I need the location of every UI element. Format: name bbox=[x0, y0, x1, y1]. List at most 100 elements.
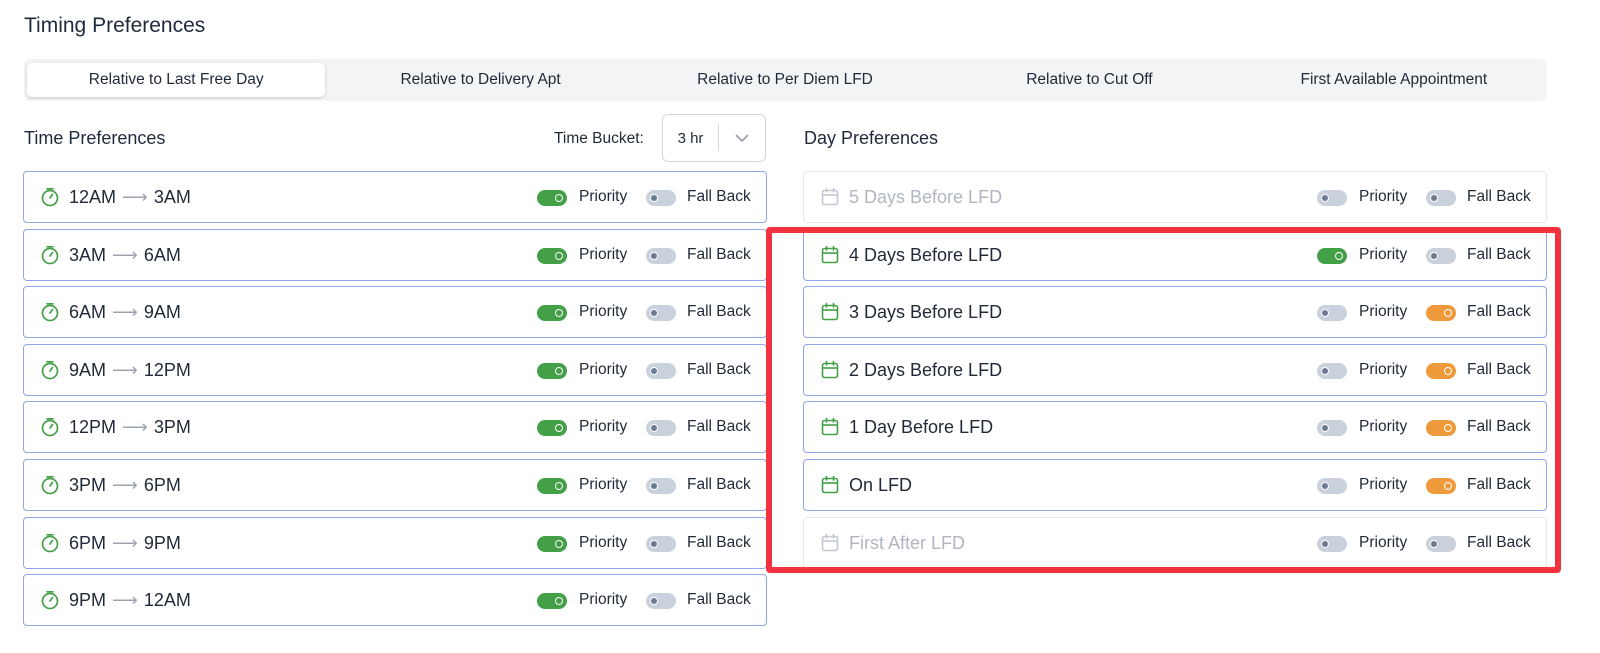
tab-relative-to-cut-off[interactable]: Relative to Cut Off bbox=[940, 63, 1238, 97]
time-to: 12PM bbox=[143, 359, 191, 380]
priority-label: Priority bbox=[579, 303, 628, 321]
toggle-dot bbox=[1445, 367, 1451, 374]
stopwatch-icon bbox=[40, 187, 60, 207]
toggle-dot bbox=[1322, 195, 1328, 201]
fallback-label: Fall Back bbox=[1467, 245, 1531, 263]
day-label: On LFD bbox=[849, 475, 913, 495]
toggle-dot bbox=[1336, 252, 1342, 259]
priority-toggle[interactable] bbox=[1317, 478, 1347, 494]
toggle-dot bbox=[556, 483, 562, 489]
tab-relative-to-per-diem-lfd[interactable]: Relative to Per Diem LFD bbox=[636, 63, 934, 97]
time-from: 6PM bbox=[69, 532, 107, 553]
toggle-dot bbox=[651, 367, 657, 374]
time-range-label: 6AM ⟶ 9AM bbox=[69, 302, 181, 323]
priority-toggle[interactable] bbox=[1317, 247, 1347, 264]
priority-label: Priority bbox=[1359, 476, 1408, 493]
fallback-label: Fall Back bbox=[687, 533, 751, 551]
day-label: 2 Days Before LFD bbox=[849, 359, 1003, 380]
priority-toggle[interactable] bbox=[537, 478, 567, 494]
fallback-toggle[interactable] bbox=[646, 190, 676, 206]
arrow-right-icon: ⟶ bbox=[112, 590, 138, 611]
fallback-toggle[interactable] bbox=[646, 247, 676, 264]
priority-toggle[interactable] bbox=[537, 305, 567, 322]
toggle-dot bbox=[651, 540, 657, 547]
priority-toggle[interactable] bbox=[1317, 305, 1347, 322]
priority-label: Priority bbox=[1359, 303, 1408, 321]
time-range-label: 9PM ⟶ 12AM bbox=[69, 590, 191, 611]
fallback-toggle[interactable] bbox=[1426, 305, 1456, 322]
toggle-dot bbox=[556, 540, 562, 547]
priority-label: Priority bbox=[1359, 418, 1408, 436]
calendar-icon bbox=[820, 360, 840, 380]
fallback-toggle[interactable] bbox=[1426, 535, 1456, 552]
fallback-toggle[interactable] bbox=[646, 535, 676, 552]
day-row: On LFD Priority Fall Back bbox=[803, 459, 1547, 511]
priority-toggle[interactable] bbox=[1317, 362, 1347, 379]
priority-label: Priority bbox=[1359, 360, 1408, 378]
time-row: 3PM ⟶ 6PM Priority Fall Back bbox=[23, 459, 767, 511]
fallback-label: Fall Back bbox=[687, 188, 751, 205]
priority-toggle[interactable] bbox=[537, 247, 567, 264]
priority-label: Priority bbox=[579, 533, 628, 551]
arrow-right-icon: ⟶ bbox=[112, 475, 138, 495]
fallback-toggle[interactable] bbox=[646, 593, 676, 610]
fallback-label: Fall Back bbox=[1467, 476, 1531, 493]
toggle-dot bbox=[651, 195, 657, 201]
priority-toggle[interactable] bbox=[537, 420, 567, 437]
time-row: 9PM ⟶ 12AM Priority Fall Back bbox=[23, 574, 767, 627]
toggle-dot bbox=[556, 367, 562, 374]
time-bucket-value: 3 hr bbox=[677, 129, 704, 147]
fallback-toggle[interactable] bbox=[1426, 478, 1456, 494]
fallback-toggle[interactable] bbox=[1426, 362, 1456, 379]
fallback-toggle[interactable] bbox=[646, 362, 676, 379]
stopwatch-icon bbox=[40, 360, 60, 380]
fallback-toggle[interactable] bbox=[646, 305, 676, 322]
fallback-toggle[interactable] bbox=[1426, 247, 1456, 264]
calendar-icon bbox=[820, 187, 840, 207]
day-label: First After LFD bbox=[849, 532, 966, 553]
arrow-right-icon: ⟶ bbox=[112, 302, 138, 323]
time-range-label: 6PM ⟶ 9PM bbox=[69, 533, 181, 554]
toggle-dot bbox=[1431, 195, 1437, 201]
priority-toggle[interactable] bbox=[537, 190, 567, 206]
stopwatch-icon bbox=[40, 533, 60, 553]
time-range-label: 12AM ⟶ 3AM bbox=[69, 187, 191, 208]
tab-relative-to-last-free-day[interactable]: Relative to Last Free Day bbox=[27, 63, 326, 97]
fallback-toggle[interactable] bbox=[1426, 190, 1456, 206]
fallback-label: Fall Back bbox=[687, 591, 751, 609]
priority-label: Priority bbox=[579, 360, 628, 378]
time-row: 3AM ⟶ 6AM Priority Fall Back bbox=[23, 228, 767, 281]
time-range-label: 3PM ⟶ 6PM bbox=[69, 475, 181, 496]
priority-toggle[interactable] bbox=[537, 362, 567, 379]
priority-toggle[interactable] bbox=[1317, 535, 1347, 552]
time-from: 3PM bbox=[69, 475, 107, 495]
priority-toggle[interactable] bbox=[537, 535, 567, 552]
tab-relative-to-delivery-apt[interactable]: Relative to Delivery Apt bbox=[331, 63, 629, 97]
time-to: 3PM bbox=[153, 417, 191, 438]
priority-toggle[interactable] bbox=[537, 593, 567, 610]
time-row: 12PM ⟶ 3PM Priority Fall Back bbox=[23, 401, 767, 454]
fallback-toggle[interactable] bbox=[1426, 420, 1456, 437]
time-to: 3AM bbox=[153, 187, 191, 207]
calendar-icon bbox=[820, 533, 840, 553]
day-preferences-title: Day Preferences bbox=[804, 128, 939, 148]
time-to: 6AM bbox=[143, 244, 181, 265]
toggle-dot bbox=[651, 483, 657, 489]
calendar-icon bbox=[820, 475, 840, 495]
day-label: 4 Days Before LFD bbox=[849, 244, 1003, 265]
fallback-toggle[interactable] bbox=[646, 420, 676, 437]
chevron-down-icon bbox=[719, 133, 765, 143]
fallback-label: Fall Back bbox=[687, 303, 751, 321]
arrow-right-icon: ⟶ bbox=[122, 417, 148, 438]
priority-label: Priority bbox=[1359, 533, 1408, 551]
time-bucket-select[interactable]: 3 hr bbox=[662, 114, 766, 162]
tab-first-available-appointment[interactable]: First Available Appointment bbox=[1245, 63, 1543, 97]
priority-toggle[interactable] bbox=[1317, 190, 1347, 206]
time-to: 9AM bbox=[143, 302, 181, 323]
toggle-dot bbox=[1322, 483, 1328, 489]
priority-label: Priority bbox=[579, 188, 628, 205]
fallback-label: Fall Back bbox=[1467, 418, 1531, 436]
priority-toggle[interactable] bbox=[1317, 420, 1347, 437]
fallback-toggle[interactable] bbox=[646, 478, 676, 494]
priority-label: Priority bbox=[579, 591, 628, 609]
